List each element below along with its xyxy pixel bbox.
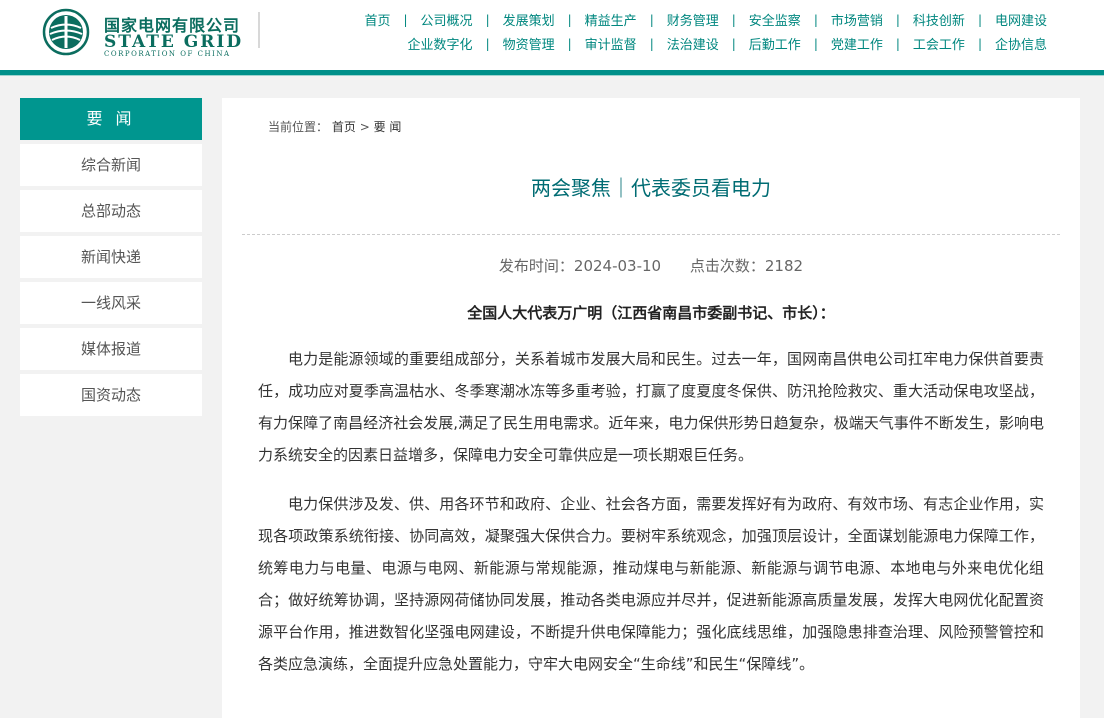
logo-sub-text: CORPORATION OF CHINA	[104, 50, 231, 58]
breadcrumb-separator: >	[359, 120, 370, 134]
nav-item-union[interactable]: 工会工作	[900, 34, 978, 53]
nav-item-logistics[interactable]: 后勤工作	[736, 34, 814, 53]
view-count: 点击次数：2182	[689, 257, 804, 275]
article-meta: 发布时间：2024-03-10 点击次数：2182	[222, 255, 1080, 276]
nav-item-finance[interactable]: 财务管理	[654, 10, 732, 29]
nav-item-party-building[interactable]: 党建工作	[818, 34, 896, 53]
header-accent-line	[0, 75, 1104, 76]
article-panel: 当前位置： 首页 > 要 闻 两会聚焦｜代表委员看电力 发布时间：2024-03…	[222, 98, 1080, 718]
site-header: 国家电网有限公司 STATE GRID CORPORATION OF CHINA…	[0, 0, 1104, 70]
logo-divider	[258, 12, 260, 48]
article-subheading: 全国人大代表万广明（江西省南昌市委副书记、市长）：	[467, 304, 835, 322]
main-nav-row-2: 企业数字化 | 物资管理 | 审计监督 | 法治建设 | 后勤工作 | 党建工作…	[395, 34, 1060, 54]
state-grid-emblem-icon	[42, 8, 90, 56]
nav-item-grid-construction[interactable]: 电网建设	[982, 10, 1060, 29]
breadcrumb: 当前位置： 首页 > 要 闻	[268, 118, 401, 135]
logo-en-text: STATE GRID	[104, 32, 244, 52]
main-nav-row-1: 首页 | 公司概况 | 发展策划 | 精益生产 | 财务管理 | 安全监察 | …	[351, 10, 1060, 30]
breadcrumb-label: 当前位置：	[268, 120, 329, 134]
nav-item-marketing[interactable]: 市场营销	[818, 10, 896, 29]
publish-time: 发布时间：2024-03-10	[498, 257, 662, 275]
site-logo[interactable]: 国家电网有限公司 STATE GRID CORPORATION OF CHINA	[40, 6, 260, 58]
breadcrumb-home-link[interactable]: 首页	[332, 120, 356, 134]
nav-item-digitalization[interactable]: 企业数字化	[395, 34, 486, 53]
nav-item-enterprise-association[interactable]: 企协信息	[982, 34, 1060, 53]
nav-item-company-overview[interactable]: 公司概况	[408, 10, 486, 29]
nav-item-materials[interactable]: 物资管理	[490, 34, 568, 53]
sidebar-item-news-express[interactable]: 新闻快递	[20, 236, 202, 278]
breadcrumb-current-link[interactable]: 要 闻	[374, 120, 402, 134]
nav-item-rule-of-law[interactable]: 法治建设	[654, 34, 732, 53]
sidebar-item-sasac-updates[interactable]: 国资动态	[20, 374, 202, 416]
sidebar-item-key-news-active[interactable]: 要 闻	[20, 98, 202, 140]
sidebar: 要 闻 综合新闻 总部动态 新闻快递 一线风采 媒体报道 国资动态	[20, 98, 202, 420]
article-title: 两会聚焦｜代表委员看电力	[531, 176, 771, 200]
title-divider	[242, 234, 1060, 235]
sidebar-item-general-news[interactable]: 综合新闻	[20, 144, 202, 186]
nav-item-audit[interactable]: 审计监督	[572, 34, 650, 53]
nav-item-home[interactable]: 首页	[351, 10, 403, 29]
article-paragraph: 电力保供涉及发、供、用各环节和政府、企业、社会各方面，需要发挥好有为政府、有效市…	[258, 495, 1044, 673]
nav-item-innovation[interactable]: 科技创新	[900, 10, 978, 29]
nav-item-development-planning[interactable]: 发展策划	[490, 10, 568, 29]
sidebar-item-hq-updates[interactable]: 总部动态	[20, 190, 202, 232]
nav-item-safety-supervision[interactable]: 安全监察	[736, 10, 814, 29]
sidebar-item-frontline[interactable]: 一线风采	[20, 282, 202, 324]
article-paragraph: 电力是能源领域的重要组成部分，关系着城市发展大局和民生。过去一年，国网南昌供电公…	[258, 350, 1044, 464]
sidebar-item-media-reports[interactable]: 媒体报道	[20, 328, 202, 370]
nav-item-lean-production[interactable]: 精益生产	[572, 10, 650, 29]
